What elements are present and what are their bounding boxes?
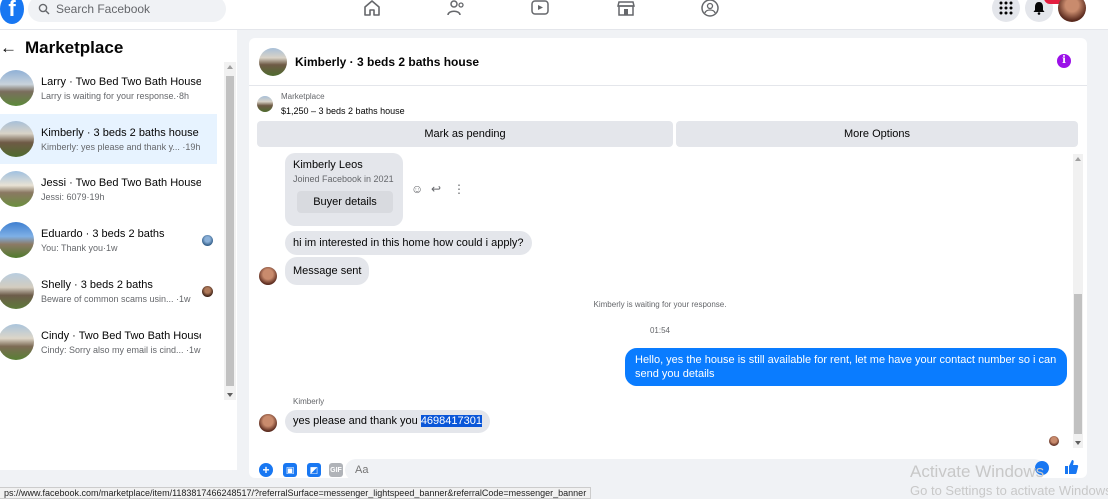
listing-mini-thumbnail	[257, 96, 273, 112]
scrollbar-thumb[interactable]	[226, 76, 234, 386]
sidebar-scrollbar[interactable]	[224, 62, 236, 400]
profile-avatar[interactable]	[1058, 0, 1086, 22]
conversation-preview: Beware of common scams usin... ·1w	[41, 293, 191, 304]
gif-icon[interactable]: GIF	[329, 463, 343, 477]
mark-as-pending-button[interactable]: Mark as pending	[257, 121, 673, 147]
sender-avatar[interactable]	[259, 414, 277, 432]
message-bubble-incoming[interactable]: Message sent	[285, 257, 370, 285]
reply-icon[interactable]: ↩	[431, 182, 441, 196]
conversation-item-kimberly[interactable]: Kimberly · 3 beds 2 baths house Kimberly…	[0, 114, 217, 164]
conversation-item-cindy[interactable]: Cindy · Two Bed Two Bath House Cindy: So…	[0, 317, 217, 367]
participant-avatar	[202, 286, 213, 297]
message-text: yes please and thank you	[293, 415, 421, 427]
system-message: Kimberly is waiting for your response.	[593, 300, 727, 309]
listing-thumbnail	[0, 324, 34, 360]
listing-summary[interactable]: Marketplace $1,250 – 3 beds 2 baths hous…	[257, 92, 405, 116]
listing-thumbnail[interactable]	[259, 47, 287, 76]
conversation-item-shelly[interactable]: Shelly · 3 beds 2 baths Beware of common…	[0, 266, 217, 316]
buyer-name: Kimberly Leos	[293, 159, 363, 171]
buyer-details-button[interactable]: Buyer details	[297, 191, 393, 213]
chat-title[interactable]: Kimberly · 3 beds 2 baths house	[295, 55, 479, 69]
conversation-preview: Larry is waiting for your response.·8h	[41, 90, 190, 101]
conversation-name: Jessi · Two Bed Two Bath House	[41, 176, 201, 189]
buyer-card: Kimberly Leos Joined Facebook in 2021 Bu…	[285, 153, 403, 226]
sender-label: Kimberly	[293, 397, 325, 406]
groups-icon[interactable]	[700, 0, 720, 18]
grid-menu-icon	[999, 1, 1013, 15]
add-plus-icon[interactable]: +	[259, 463, 273, 477]
photo-icon[interactable]: ▣	[283, 463, 297, 477]
arrow-left-icon[interactable]: ←	[0, 38, 17, 58]
more-dots-icon[interactable]: ⋮	[453, 182, 465, 196]
scroll-down-arrow-icon[interactable]	[227, 393, 233, 397]
conversation-preview: Kimberly: yes please and thank y... ·19h	[41, 141, 201, 152]
conversation-name: Eduardo · 3 beds 2 baths	[41, 227, 165, 240]
listing-thumbnail	[0, 273, 34, 309]
conversation-name: Cindy · Two Bed Two Bath House	[41, 329, 201, 342]
conversation-item-jessi[interactable]: Jessi · Two Bed Two Bath House Jessi: 60…	[0, 164, 217, 214]
conversation-name: Larry · Two Bed Two Bath House	[41, 75, 201, 88]
conversation-item-eduardo[interactable]: Eduardo · 3 beds 2 baths You: Thank you·…	[0, 215, 217, 265]
participant-avatar	[202, 235, 213, 246]
chat-header: Kimberly · 3 beds 2 baths house i	[249, 38, 1087, 86]
top-navigation-bar: f Search Facebook	[0, 0, 1108, 30]
watermark-line-2: Go to Settings to activate Windows.	[910, 483, 1108, 498]
message-bubble-outgoing[interactable]: Hello, yes the house is still available …	[625, 348, 1067, 386]
message-bubble-incoming[interactable]: hi im interested in this home how could …	[285, 231, 532, 255]
info-icon[interactable]: i	[1057, 54, 1071, 68]
conversation-name: Shelly · 3 beds 2 baths	[41, 278, 153, 291]
more-options-button[interactable]: More Options	[676, 121, 1078, 147]
conversation-item-larry[interactable]: Larry · Two Bed Two Bath House Larry is …	[0, 63, 217, 113]
menu-button[interactable]	[992, 0, 1020, 22]
marketplace-sidebar: ← Marketplace Larry · Two Bed Two Bath H…	[0, 30, 237, 470]
buyer-joined: Joined Facebook in 2021	[293, 174, 394, 184]
scroll-up-arrow-icon[interactable]	[227, 65, 233, 69]
windows-activation-watermark: Activate Windows Go to Settings to activ…	[910, 462, 1108, 499]
message-bubble-incoming[interactable]: yes please and thank you 4698417301	[285, 410, 490, 433]
read-receipt-avatar	[1049, 436, 1059, 446]
bell-icon	[1033, 2, 1045, 15]
listing-thumbnail	[0, 171, 34, 207]
friends-icon[interactable]	[446, 0, 466, 18]
listing-thumbnail	[0, 70, 34, 106]
message-timestamp: 01:54	[649, 326, 671, 335]
listing-thumbnail	[0, 222, 34, 258]
conversation-preview: Cindy: Sorry also my email is cind... ·1…	[41, 344, 201, 355]
scrollbar-thumb[interactable]	[1074, 294, 1082, 434]
scroll-up-arrow-icon[interactable]	[1075, 157, 1081, 161]
scroll-down-arrow-icon[interactable]	[1075, 441, 1081, 445]
listing-source: Marketplace	[281, 92, 325, 101]
emoji-react-icon[interactable]: ☺	[411, 182, 423, 196]
sticker-icon[interactable]: ◩	[307, 463, 321, 477]
watermark-line-1: Activate Windows	[910, 462, 1045, 481]
chat-scrollbar[interactable]	[1073, 154, 1083, 448]
status-bar-url: ps://www.facebook.com/marketplace/item/1…	[0, 487, 592, 499]
selected-phone-number[interactable]: 4698417301	[420, 415, 482, 427]
search-icon	[38, 3, 50, 15]
chat-panel: Kimberly · 3 beds 2 baths house i Market…	[249, 38, 1087, 481]
conversation-name: Kimberly · 3 beds 2 baths house	[41, 126, 199, 139]
search-placeholder: Search Facebook	[56, 2, 151, 16]
conversation-preview: Jessi: 6079·19h	[41, 191, 105, 202]
conversation-preview: You: Thank you·1w	[41, 242, 118, 253]
listing-price: $1,250 – 3 beds 2 baths house	[281, 106, 405, 116]
search-box[interactable]: Search Facebook	[28, 0, 226, 22]
watch-icon[interactable]	[530, 0, 550, 18]
facebook-logo[interactable]: f	[0, 0, 24, 24]
page-title: Marketplace	[25, 38, 124, 57]
marketplace-icon[interactable]	[616, 0, 636, 18]
home-icon[interactable]	[362, 0, 382, 18]
listing-thumbnail	[0, 121, 34, 157]
sender-avatar[interactable]	[259, 267, 277, 285]
sidebar-header: ← Marketplace	[0, 38, 123, 58]
